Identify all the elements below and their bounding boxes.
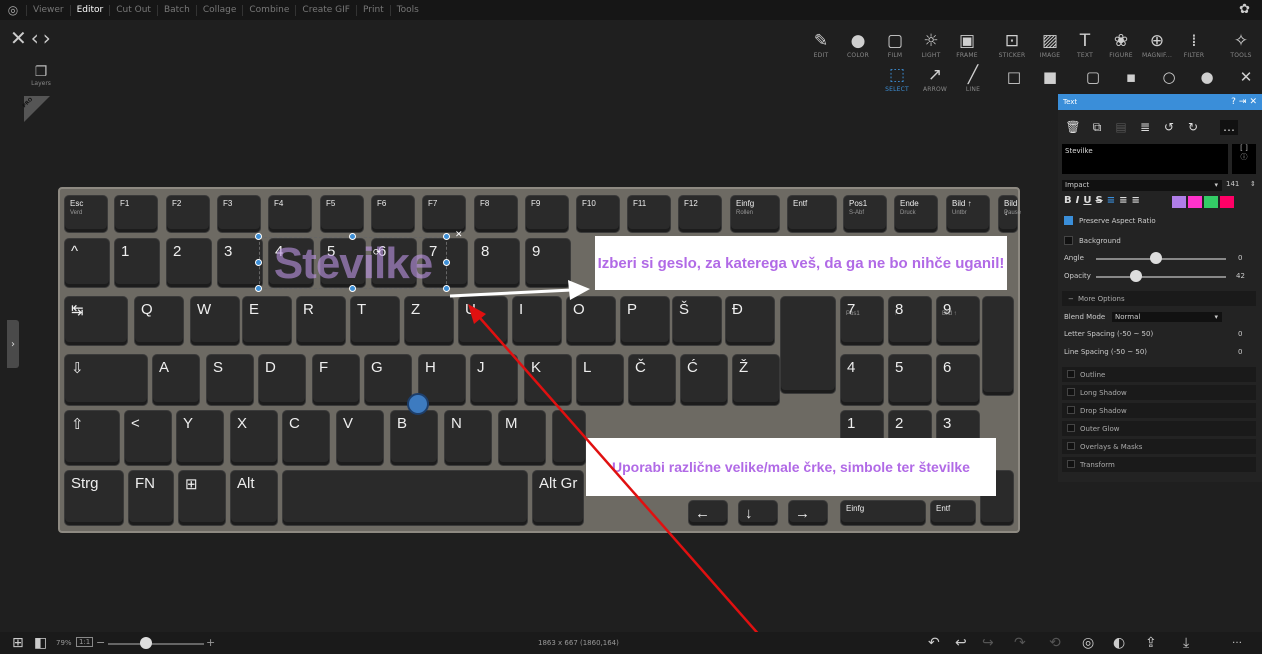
section-checkbox[interactable] bbox=[1067, 388, 1075, 396]
angle-row: Angle bbox=[1064, 254, 1084, 262]
opacity-slider[interactable] bbox=[1096, 276, 1226, 278]
history-icon[interactable]: ⟲ bbox=[1049, 635, 1061, 651]
more-options-icon[interactable]: … bbox=[1232, 635, 1242, 646]
color-swatch[interactable] bbox=[1188, 196, 1202, 208]
align-center-icon[interactable]: ≡ bbox=[1119, 195, 1127, 206]
line-spacing-value[interactable]: 0 bbox=[1238, 348, 1242, 356]
text-options[interactable]: [ ] ⓘ bbox=[1232, 144, 1256, 174]
grid-icon[interactable]: ⊞ bbox=[12, 635, 24, 651]
font-size-field[interactable]: 141 bbox=[1226, 180, 1239, 188]
zoom-level[interactable]: 79% bbox=[56, 639, 72, 647]
opacity-slider-knob[interactable] bbox=[1130, 270, 1142, 282]
text-action-bar: 🗑 ⧉ ▤ ≣ ↺ ↻ … bbox=[1064, 120, 1238, 135]
zoom-out-icon[interactable]: − bbox=[96, 636, 105, 649]
paste-icon[interactable]: ▤ bbox=[1112, 120, 1130, 135]
section-checkbox[interactable] bbox=[1067, 406, 1075, 414]
redo-icon[interactable]: ↪ bbox=[982, 635, 994, 651]
letter-spacing-value[interactable]: 0 bbox=[1238, 330, 1242, 338]
rotate-right-icon[interactable]: ↻ bbox=[1184, 120, 1202, 135]
strike-icon[interactable]: S bbox=[1095, 195, 1102, 206]
underline-icon[interactable]: U bbox=[1083, 195, 1091, 206]
align-right-icon[interactable]: ≡ bbox=[1131, 195, 1139, 206]
undo-all-icon[interactable]: ↶ bbox=[928, 635, 940, 651]
section-checkbox[interactable] bbox=[1067, 442, 1075, 450]
compare-original-icon[interactable]: ◎ bbox=[1082, 635, 1094, 651]
section-checkbox[interactable] bbox=[1067, 370, 1075, 378]
panel-header: Text ?⇥✕ bbox=[1058, 94, 1262, 110]
opacity-value[interactable]: 42 bbox=[1236, 272, 1245, 280]
preserve-aspect-checkbox[interactable] bbox=[1064, 216, 1073, 225]
zoom-slider-knob[interactable] bbox=[140, 637, 152, 649]
line-spacing-row: Line Spacing (-50 ~ 50) bbox=[1064, 348, 1148, 356]
zoom-slider[interactable] bbox=[108, 643, 204, 645]
color-swatch[interactable] bbox=[1172, 196, 1186, 208]
bold-icon[interactable]: B bbox=[1064, 195, 1072, 206]
export-icon[interactable]: ⇪ bbox=[1145, 635, 1157, 651]
text-input[interactable]: Stevilke bbox=[1062, 144, 1228, 174]
status-bar: ⊞ ◧ 79% 1:1 − + 1863 x 667 (1860,164) ↶ … bbox=[0, 632, 1262, 654]
angle-value[interactable]: 0 bbox=[1238, 254, 1242, 262]
collapse-icon: − bbox=[1068, 294, 1074, 303]
italic-icon[interactable]: I bbox=[1076, 195, 1080, 206]
section-outer-glow[interactable]: Outer Glow bbox=[1062, 421, 1256, 436]
section-outline[interactable]: Outline bbox=[1062, 367, 1256, 382]
text-panel: Text ?⇥✕ 🗑 ⧉ ▤ ≣ ↺ ↻ … Stevilke [ ] ⓘ Imp… bbox=[1058, 94, 1262, 482]
duplicate-icon[interactable]: ⧉ bbox=[1088, 120, 1106, 135]
preserve-aspect-row[interactable]: Preserve Aspect Ratio bbox=[1064, 216, 1156, 225]
compare-icon[interactable]: ◧ bbox=[34, 635, 47, 651]
zoom-in-icon[interactable]: + bbox=[206, 636, 215, 649]
close-panel-icon[interactable]: ✕ bbox=[1249, 97, 1260, 107]
section-drop-shadow[interactable]: Drop Shadow bbox=[1062, 403, 1256, 418]
color-swatch[interactable] bbox=[1220, 196, 1234, 208]
share-icon[interactable]: ◐ bbox=[1113, 635, 1125, 651]
save-icon[interactable]: ⤓ bbox=[1183, 635, 1189, 651]
redo-all-icon[interactable]: ↷ bbox=[1014, 635, 1026, 651]
section-overlays-masks[interactable]: Overlays & Masks bbox=[1062, 439, 1256, 454]
font-select[interactable]: Impact ▾ bbox=[1062, 180, 1222, 191]
more-options-header[interactable]: − More Options bbox=[1062, 291, 1256, 306]
align-left-icon[interactable]: ≡ bbox=[1107, 195, 1115, 206]
background-row[interactable]: Background bbox=[1064, 236, 1121, 245]
color-swatch[interactable] bbox=[1204, 196, 1218, 208]
delete-icon[interactable]: 🗑 bbox=[1064, 120, 1082, 135]
actual-size-button[interactable]: 1:1 bbox=[76, 637, 94, 647]
rotate-left-icon[interactable]: ↺ bbox=[1160, 120, 1178, 135]
angle-slider-knob[interactable] bbox=[1150, 252, 1162, 264]
image-dimensions: 1863 x 667 (1860,164) bbox=[538, 639, 619, 647]
section-checkbox[interactable] bbox=[1067, 424, 1075, 432]
blend-mode-row: Blend Mode bbox=[1064, 313, 1106, 321]
color-swatches bbox=[1172, 196, 1234, 208]
help-icon[interactable]: ? bbox=[1231, 97, 1239, 107]
selection-point[interactable] bbox=[407, 393, 429, 415]
section-checkbox[interactable] bbox=[1067, 460, 1075, 468]
more-icon[interactable]: … bbox=[1220, 120, 1238, 135]
letter-spacing-row: Letter Spacing (-50 ~ 50) bbox=[1064, 330, 1154, 338]
section-transform[interactable]: Transform bbox=[1062, 457, 1256, 472]
background-checkbox[interactable] bbox=[1064, 236, 1073, 245]
section-long-shadow[interactable]: Long Shadow bbox=[1062, 385, 1256, 400]
blend-mode-select[interactable]: Normal ▾ bbox=[1112, 312, 1222, 322]
align-icon[interactable]: ≣ bbox=[1136, 120, 1154, 135]
opacity-row: Opacity bbox=[1064, 272, 1091, 280]
undo-icon[interactable]: ↩ bbox=[955, 635, 967, 651]
font-size-stepper-icon[interactable]: ⇕ bbox=[1250, 180, 1256, 188]
pin-icon[interactable]: ⇥ bbox=[1239, 97, 1250, 107]
text-format-bar: B I U S ≡ ≡ ≡ bbox=[1064, 195, 1140, 206]
